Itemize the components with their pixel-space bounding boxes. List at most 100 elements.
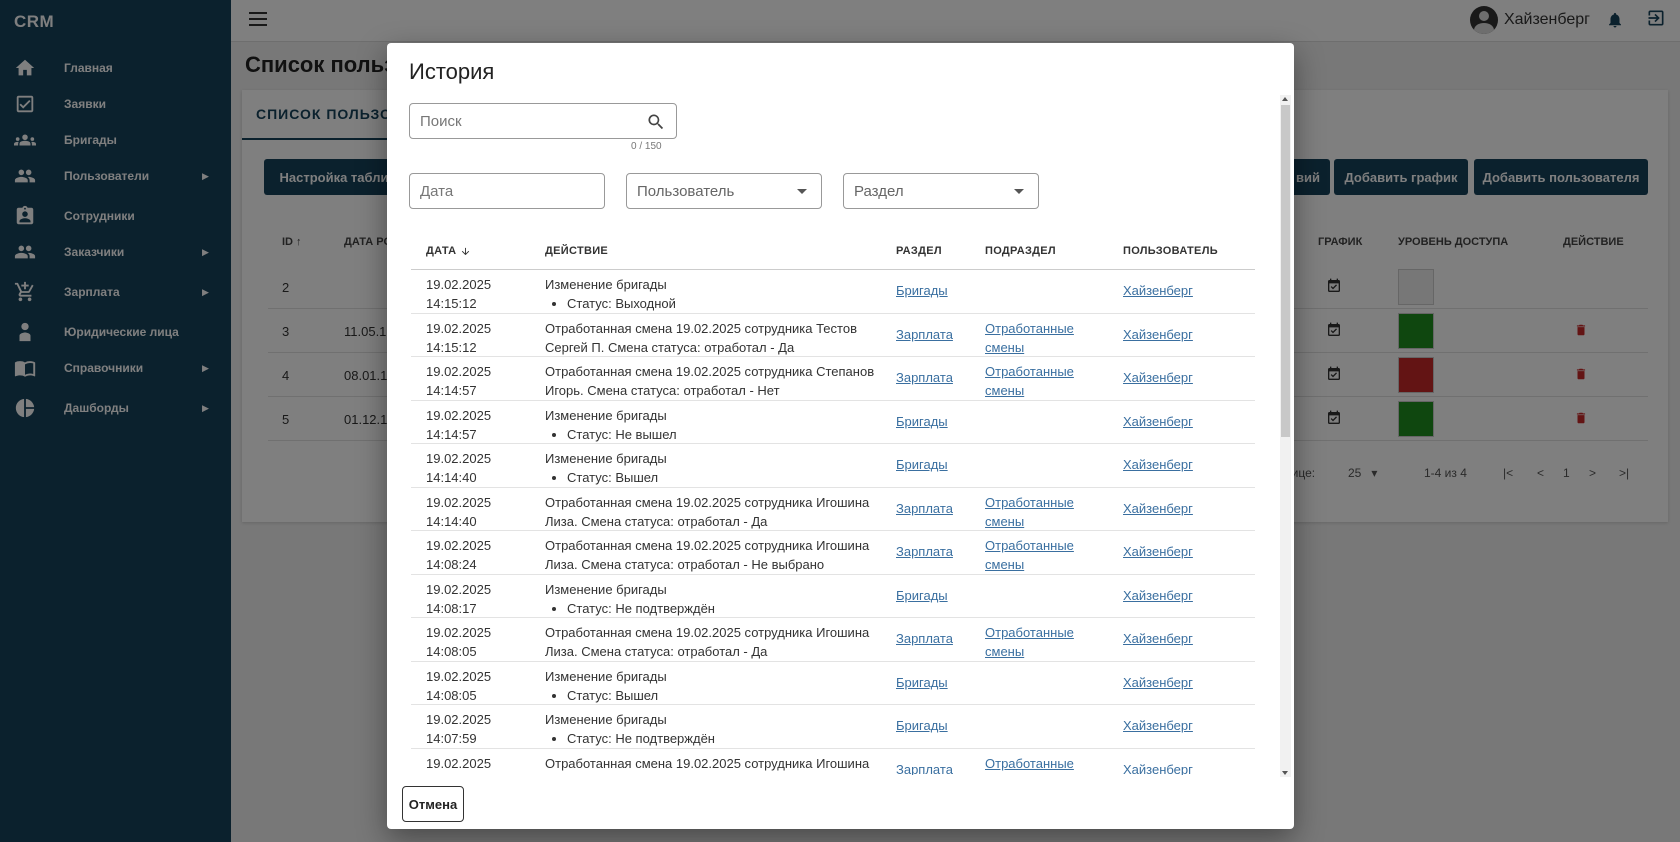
history-row: 19.02.2025 14:08:05 Отработанная смена 19.… bbox=[411, 618, 1255, 662]
section-link[interactable]: Бригады bbox=[896, 457, 976, 472]
cancel-button[interactable]: Отмена bbox=[402, 786, 464, 822]
history-date: 19.02.2025 14:08:24 bbox=[426, 538, 492, 572]
section-link[interactable]: Зарплата bbox=[896, 762, 976, 776]
search-input[interactable] bbox=[410, 104, 676, 138]
user-select-label: Пользователь bbox=[637, 183, 735, 200]
history-row: 19.02.2025 14:15:12 Отработанная смена 19.… bbox=[411, 314, 1255, 357]
history-action: Изменение бригады Статус: Выходной bbox=[545, 275, 885, 313]
action-text: Изменение бригады bbox=[545, 407, 667, 423]
date-field[interactable] bbox=[409, 173, 605, 209]
subsection-link[interactable]: Отработанные смены bbox=[985, 754, 1105, 776]
user-link[interactable]: Хайзенберг bbox=[1123, 631, 1233, 646]
date-input[interactable] bbox=[410, 174, 604, 208]
action-text: Изменение бригады bbox=[545, 668, 667, 684]
section-link[interactable]: Зарплата bbox=[896, 501, 976, 516]
section-link[interactable]: Зарплата bbox=[896, 544, 976, 559]
history-row: 19.02.2025 14:14:57 Отработанная смена 19.… bbox=[411, 357, 1255, 401]
section-link[interactable]: Зарплата bbox=[896, 631, 976, 646]
arrow-down-icon bbox=[461, 247, 469, 255]
history-action: Изменение бригады Статус: Не вышел bbox=[545, 406, 885, 444]
col-section-header: РАЗДЕЛ bbox=[896, 245, 942, 257]
action-text: Изменение бригады bbox=[545, 277, 667, 292]
chevron-down-icon bbox=[797, 189, 807, 194]
action-detail: Статус: Выходной bbox=[545, 294, 885, 313]
user-link[interactable]: Хайзенберг bbox=[1123, 457, 1233, 472]
user-link[interactable]: Хайзенберг bbox=[1123, 370, 1233, 385]
section-link[interactable]: Бригады bbox=[896, 414, 976, 429]
user-link[interactable]: Хайзенберг bbox=[1123, 501, 1233, 516]
action-text: Отработанная смена 19.02.2025 сотрудника… bbox=[545, 494, 870, 529]
section-link[interactable]: Бригады bbox=[896, 675, 976, 690]
action-text: Отработанная смена 19.02.2025 сотрудника… bbox=[545, 538, 870, 572]
section-link[interactable]: Бригады bbox=[896, 588, 976, 603]
history-date: 19.02.202514:07:59 bbox=[426, 755, 492, 776]
user-link[interactable]: Хайзенберг bbox=[1123, 414, 1233, 429]
history-row: 19.02.2025 14:14:57 Изменение бригады Стату… bbox=[411, 401, 1255, 444]
action-detail: Статус: Не вышел bbox=[545, 425, 885, 444]
action-text: Отработанная смена 19.02.2025 сотрудника… bbox=[545, 364, 875, 398]
section-link[interactable]: Бригады bbox=[896, 718, 976, 733]
history-date: 19.02.202514:07:59 bbox=[426, 712, 492, 746]
history-action: Отработанная смена 19.02.2025 сотрудника… bbox=[545, 754, 885, 776]
history-date: 19.02.2025 14:14:40 bbox=[426, 451, 492, 485]
user-link[interactable]: Хайзенберг bbox=[1123, 762, 1233, 776]
search-icon[interactable] bbox=[646, 112, 666, 137]
history-row: 19.02.202514:07:59 Отработанная смена 19.… bbox=[411, 749, 1255, 776]
user-link[interactable]: Хайзенберг bbox=[1123, 544, 1233, 559]
col-date-header[interactable]: ДАТА bbox=[426, 233, 471, 269]
subsection-link[interactable]: Отработанные смены bbox=[985, 493, 1105, 531]
subsection-link[interactable]: Отработанные смены bbox=[985, 362, 1105, 400]
user-link[interactable]: Хайзенберг bbox=[1123, 283, 1233, 298]
subsection-link[interactable]: Отработанные смены bbox=[985, 623, 1105, 661]
history-date: 19.02.2025 14:08:05 bbox=[426, 668, 492, 703]
col-user-header: ПОЛЬЗОВАТЕЛЬ bbox=[1123, 245, 1218, 257]
action-text: Изменение бригады bbox=[545, 451, 667, 466]
col-action-header: ДЕЙСТВИЕ bbox=[545, 245, 609, 257]
user-link[interactable]: Хайзенберг bbox=[1123, 327, 1233, 342]
action-detail: Статус: Не подтверждён bbox=[545, 729, 885, 748]
history-action: Изменение бригады Статус: Не подтверждён bbox=[545, 710, 885, 748]
subsection-link[interactable]: Отработанные смены bbox=[985, 536, 1105, 574]
history-date: 19.02.2025 14:14:57 bbox=[426, 407, 492, 442]
history-row: 19.02.2025 14:07:59 Изменение бригады Стату… bbox=[411, 705, 1255, 749]
section-link[interactable]: Бригады bbox=[896, 283, 976, 298]
history-action: Изменение бригады Статус: Вышел bbox=[545, 449, 885, 487]
history-dialog: История 0 / 150 Пользователь Раздел ДАТА… bbox=[387, 43, 1294, 829]
history-row: 19.02.2025 14:15:12 Изменение бригады Стату… bbox=[411, 270, 1255, 314]
history-row: 19.02.2025 14:08:05 Изменение бригады Стату… bbox=[411, 662, 1255, 705]
subsection-link[interactable]: Отработанные смены bbox=[985, 319, 1105, 357]
action-text: Изменение бригады bbox=[545, 581, 667, 597]
history-row: 19.02.2025 14:14:40 Изменение бригады Стату… bbox=[411, 444, 1255, 488]
history-action: Отработанная смена 19.02.2025 сотрудника… bbox=[545, 493, 885, 531]
history-action: Отработанная смена 19.02.2025 сотрудника… bbox=[545, 623, 885, 661]
section-link[interactable]: Зарплата bbox=[896, 327, 976, 342]
search-counter: 0 / 150 bbox=[631, 141, 662, 152]
search-field[interactable] bbox=[409, 103, 677, 139]
action-text: Отработанная смена 19.02.2025 сотрудника… bbox=[545, 320, 857, 355]
history-action: Изменение бригады Статус: Не подтверждён bbox=[545, 580, 885, 618]
history-row: 19.02.2025 14:08:17 Изменение бригады Стату… bbox=[411, 575, 1255, 618]
user-link[interactable]: Хайзенберг bbox=[1123, 675, 1233, 690]
user-link[interactable]: Хайзенберг bbox=[1123, 588, 1233, 603]
action-detail: Статус: Не подтверждён bbox=[545, 599, 885, 618]
section-link[interactable]: Зарплата bbox=[896, 370, 976, 385]
history-action: Отработанная смена 19.02.2025 сотрудника… bbox=[545, 319, 885, 357]
chevron-down-icon bbox=[1014, 189, 1024, 194]
history-date: 19.02.2025 14:08:17 bbox=[426, 581, 492, 616]
history-date: 19.02.2025 14:15:12 bbox=[426, 277, 492, 311]
history-action: Отработанная смена 19.02.2025 сотрудника… bbox=[545, 362, 885, 400]
dialog-title: История bbox=[409, 59, 495, 84]
user-select[interactable]: Пользователь bbox=[626, 173, 822, 209]
history-action: Отработанная смена 19.02.2025 сотрудника… bbox=[545, 536, 885, 574]
history-row: 19.02.2025 14:14:40 Отработанная смена 19.… bbox=[411, 488, 1255, 531]
scroll-up-icon[interactable] bbox=[1282, 97, 1288, 101]
history-date: 19.02.2025 14:08:05 bbox=[426, 625, 492, 659]
action-text: Изменение бригады bbox=[545, 712, 667, 727]
scroll-thumb[interactable] bbox=[1281, 105, 1290, 437]
col-subsection-header: ПОДРАЗДЕЛ bbox=[985, 245, 1056, 257]
history-table: ДАТА ДЕЙСТВИЕ РАЗДЕЛ ПОДРАЗДЕЛ ПОЛЬЗОВАТ… bbox=[411, 233, 1255, 775]
user-link[interactable]: Хайзенберг bbox=[1123, 718, 1233, 733]
section-select[interactable]: Раздел bbox=[843, 173, 1039, 209]
scroll-down-icon[interactable] bbox=[1282, 771, 1288, 775]
dialog-scrollbar[interactable] bbox=[1280, 95, 1291, 777]
